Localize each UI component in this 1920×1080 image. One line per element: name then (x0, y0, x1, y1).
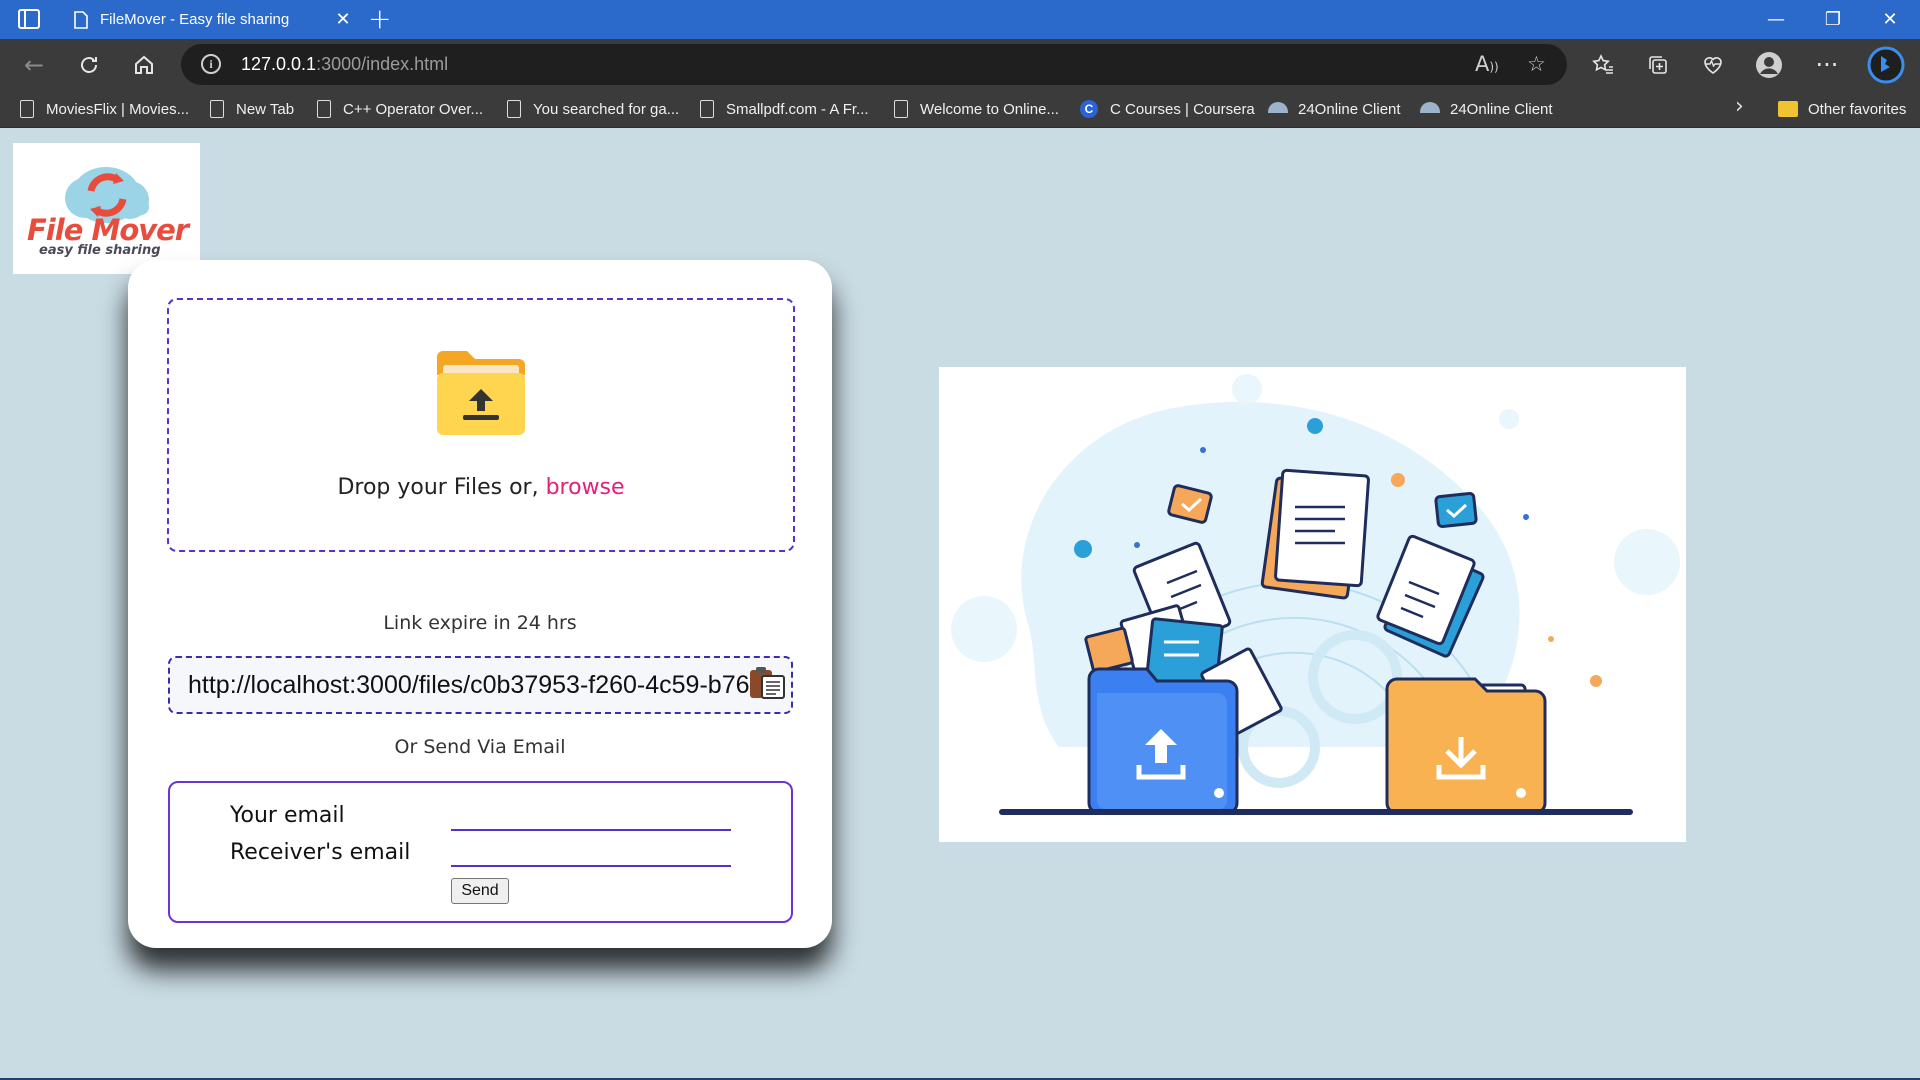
chevron-right-icon[interactable]: › (1735, 94, 1744, 119)
upload-card: Drop your Files or, browse Link expire i… (128, 260, 832, 948)
browse-link[interactable]: browse (546, 475, 625, 500)
page-icon (210, 100, 224, 118)
favorite-item[interactable]: 24Online Client (1420, 98, 1553, 120)
browser-tab[interactable]: FileMover - Easy file sharing ✕ (58, 0, 358, 39)
your-email-input[interactable] (451, 803, 731, 831)
restore-button[interactable]: ❐ (1805, 0, 1861, 39)
tab-title: FileMover - Easy file sharing (100, 11, 290, 28)
home-icon[interactable] (128, 49, 160, 81)
new-tab-button[interactable]: + (368, 2, 391, 36)
profile-avatar-icon[interactable] (1753, 49, 1785, 81)
favorite-item[interactable]: Smallpdf.com - A Fr... (700, 98, 869, 120)
site-info-icon[interactable]: i (201, 54, 221, 74)
browser-essentials-icon[interactable] (1697, 49, 1729, 81)
send-button[interactable]: Send (451, 878, 509, 904)
browser-toolbar: ← i 127.0.0.1:3000/index.html A)) ☆ ··· (0, 39, 1920, 90)
more-options-icon[interactable]: ··· (1811, 49, 1843, 81)
online-client-icon (1420, 101, 1440, 113)
favorite-item[interactable]: Welcome to Online... (894, 98, 1059, 120)
drop-zone[interactable]: Drop your Files or, browse (167, 298, 795, 552)
page-icon (700, 100, 714, 118)
page-icon (20, 100, 34, 118)
coursera-icon: C (1080, 100, 1098, 118)
drop-instruction: Drop your Files or, browse (169, 475, 793, 500)
favorite-item[interactable]: 24Online Client (1268, 98, 1401, 120)
favorites-icon[interactable] (1587, 49, 1619, 81)
copilot-icon[interactable] (1867, 46, 1905, 84)
favorite-item[interactable]: MoviesFlix | Movies... (20, 98, 189, 120)
favorite-item[interactable]: You searched for ga... (507, 98, 679, 120)
favorite-item[interactable]: New Tab (210, 98, 294, 120)
favorite-label: C++ Operator Over... (343, 100, 484, 118)
share-link-field[interactable]: http://localhost:3000/files/c0b37953-f26… (168, 656, 793, 714)
tab-close-icon[interactable]: ✕ (328, 9, 358, 30)
receiver-email-label: Receiver's email (230, 840, 411, 865)
file-mover-logo: File Mover easy file sharing (13, 143, 200, 274)
receiver-email-input[interactable] (451, 839, 731, 867)
favorite-item[interactable]: C C Courses | Coursera (1080, 98, 1255, 120)
online-client-icon (1268, 101, 1288, 113)
read-aloud-icon[interactable]: A)) (1475, 52, 1499, 76)
link-expiry-text: Link expire in 24 hrs (383, 612, 577, 634)
favorite-item[interactable]: C++ Operator Over... (317, 98, 483, 120)
url-text[interactable]: 127.0.0.1:3000/index.html (241, 54, 448, 75)
minimize-button[interactable]: — (1748, 0, 1804, 39)
page-icon (317, 100, 331, 118)
send-email-heading: Or Send Via Email (394, 736, 566, 758)
favorite-label: New Tab (236, 100, 295, 118)
collections-icon[interactable] (1642, 49, 1674, 81)
page-icon (507, 100, 521, 118)
favorite-star-icon[interactable]: ☆ (1527, 52, 1546, 76)
logo-subtitle: easy file sharing (39, 243, 161, 258)
browser-title-bar: FileMover - Easy file sharing ✕ + — ❐ ✕ (0, 0, 1920, 39)
favorite-label: Welcome to Online... (920, 100, 1059, 118)
favorite-label: 24Online Client (1450, 100, 1553, 118)
favorite-label: C Courses | Coursera (1110, 100, 1255, 118)
close-window-button[interactable]: ✕ (1862, 0, 1918, 39)
logo-title: File Mover (27, 213, 189, 247)
other-favorites-label: Other favorites (1808, 100, 1907, 118)
file-transfer-illustration-graphic (951, 374, 1680, 815)
your-email-label: Your email (230, 803, 345, 828)
favorites-bar: MoviesFlix | Movies... New Tab C++ Opera… (0, 90, 1920, 128)
favorite-label: 24Online Client (1298, 100, 1401, 118)
page-icon (894, 100, 908, 118)
page-icon (74, 10, 88, 29)
back-arrow-icon[interactable]: ← (18, 49, 50, 81)
favorite-label: Smallpdf.com - A Fr... (726, 100, 869, 118)
favorite-label: MoviesFlix | Movies... (46, 100, 190, 118)
share-link-text[interactable]: http://localhost:3000/files/c0b37953-f26… (188, 671, 750, 700)
other-favorites[interactable]: Other favorites (1778, 98, 1906, 120)
address-bar[interactable]: i 127.0.0.1:3000/index.html A)) ☆ (181, 44, 1567, 85)
email-form: Your email Receiver's email Send (168, 781, 793, 923)
tab-actions-icon[interactable] (18, 9, 40, 29)
favorite-label: You searched for ga... (533, 100, 680, 118)
drop-text: Drop your Files or, (337, 475, 546, 500)
copy-clipboard-icon[interactable] (748, 666, 786, 700)
refresh-icon[interactable] (73, 49, 105, 81)
folder-upload-icon (437, 351, 525, 435)
file-transfer-illustration (939, 367, 1686, 842)
folder-icon (1778, 101, 1798, 117)
